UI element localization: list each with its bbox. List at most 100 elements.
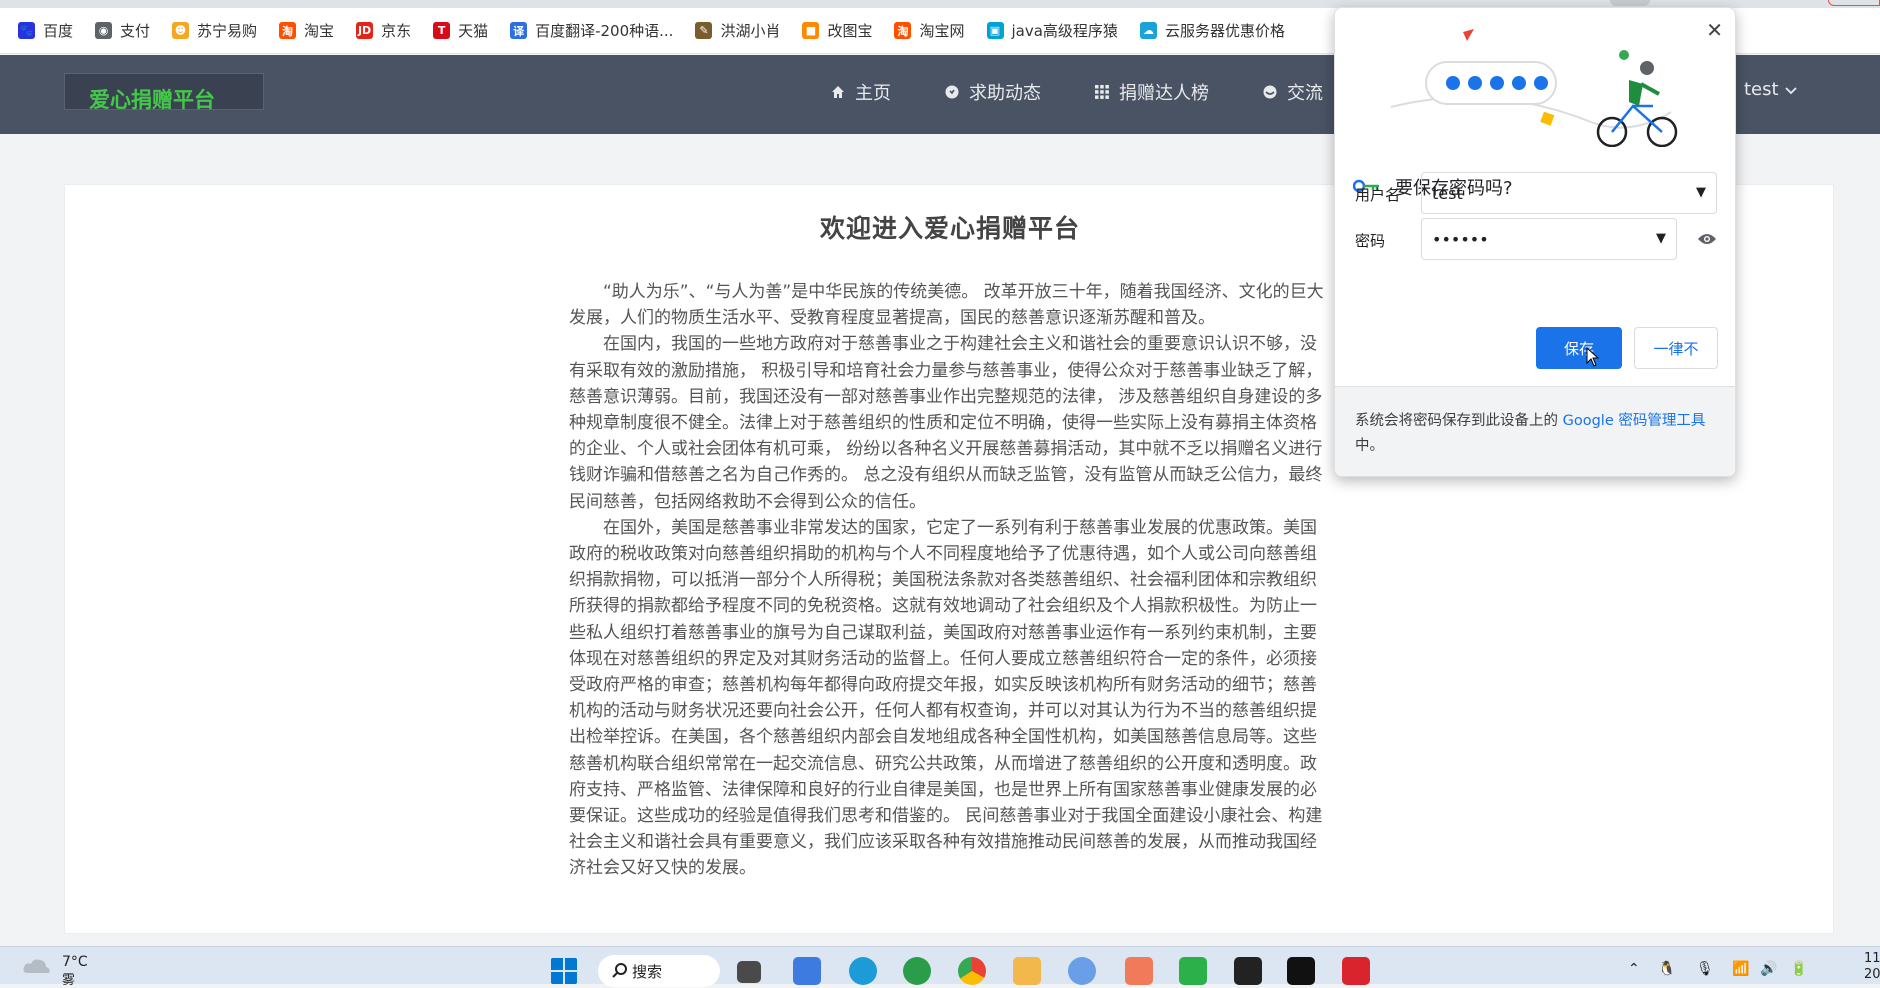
app-icon-green-browser[interactable] [903,957,931,985]
password-label: 密码 [1355,232,1386,250]
password-value: •••••• [1432,229,1489,249]
bookmark-item[interactable]: 译百度翻译-200种语... [510,20,673,41]
taobao-icon: 淘 [279,22,297,39]
bookmark-item[interactable]: ✎ 洪湖小肖 [695,20,780,41]
windows-start-icon[interactable] [550,957,578,985]
bookmark-label: 百度翻译-200种语... [535,22,674,40]
search-label: 搜索 [632,962,663,981]
app-icon-blue[interactable] [1068,957,1096,985]
search-icon [612,962,628,982]
bookmark-label: 天猫 [458,22,489,40]
caret-down-icon[interactable]: ▼ [1696,185,1706,200]
clock[interactable]: 11 2023/ [1864,951,1880,983]
app-icon-orange[interactable] [1125,957,1153,985]
username-label: 用户名 [1355,186,1401,204]
bookmark-label: 云服务器优惠价格 [1164,22,1285,40]
bookmark-item[interactable]: JD 京东 [356,20,411,41]
taobao-icon: 淘 [894,22,912,39]
chat-icon [1262,85,1277,100]
profile-pill[interactable] [1828,0,1880,6]
home-icon [830,85,845,100]
nav-item-label: 交流 [1287,83,1323,104]
caret-down-icon[interactable]: ▼ [1656,231,1666,246]
nav-item-ranking[interactable]: 捐赠达人榜 [1094,79,1209,105]
article-body: “助人为乐”、“与人为善”是中华民族的传统美德。 改革开放三十年，随着我国经济、… [569,279,1331,882]
wps-icon[interactable] [1342,957,1370,985]
task-view-icon[interactable] [737,961,761,983]
dialog-footer: 系统会将密码保存到此设备上的 Google 密码管理工具中。 [1335,386,1735,476]
weather-widget[interactable]: 7°C 雾 [22,955,88,988]
bookmark-label: java高级程序猿 [1011,22,1118,40]
tab-strip-button[interactable] [1610,0,1650,6]
cloud-icon [23,959,50,973]
bookmark-label: 苏宁易购 [197,22,258,40]
speaker-icon[interactable]: 🔊 [1760,961,1777,977]
bookmark-item[interactable]: 🐾 百度 [18,20,73,41]
bookmark-label: 支付 [120,22,151,40]
windows-taskbar: 7°C 雾 搜索 ⌃ 🐧 🎙 📶 🔊 🔋 11 2023/ [0,946,1880,988]
bookmark-label: 百度 [43,22,74,40]
cloud-icon: ☁ [1139,22,1157,39]
nav-item-exchange[interactable]: 交流 [1262,79,1323,105]
password-illustration [1390,29,1678,147]
microphone-icon[interactable]: 🎙 [1696,961,1714,977]
jd-icon: JD [356,22,374,39]
user-name: test [1744,79,1779,100]
nav-item-label: 捐赠达人榜 [1119,83,1209,104]
qq-icon[interactable]: 🐧 [1658,961,1675,977]
nav-item-label: 求助动态 [969,83,1041,104]
username-field[interactable]: test ▼ [1421,172,1717,214]
close-icon[interactable]: ✕ [1706,18,1723,42]
taskbar-search[interactable]: 搜索 [598,955,720,987]
bookmark-label: 改图宝 [827,22,873,40]
user-menu[interactable]: test [1744,79,1797,100]
wifi-icon[interactable]: 📶 [1732,961,1749,977]
save-password-dialog: ✕ 要保存密码吗? 用户名 test ▼ 密码 •••••• ▼ 保存 一律不 … [1334,7,1736,477]
bookmark-label: 京东 [381,22,412,40]
site-logo[interactable]: 爱心捐赠平台 [64,73,264,112]
footer-text: 系统会将密码保存到此设备上的 [1355,413,1563,429]
clock-date: 2023/ [1864,967,1880,982]
weather-temperature: 7°C [62,954,88,970]
app-icon-h[interactable] [1179,957,1207,985]
bookmark-item[interactable]: T 天猫 [433,20,488,41]
baidu-paw-icon: 🐾 [18,22,35,39]
nav-item-home[interactable]: 主页 [830,79,891,105]
terminal-icon[interactable] [1287,957,1315,985]
username-value: test [1432,183,1463,203]
never-button[interactable]: 一律不 [1634,327,1718,369]
bookmark-item[interactable]: 淘淘宝 [279,20,334,41]
bookmark-label: 淘宝 [304,22,335,40]
nav-item-help[interactable]: 求助动态 [944,79,1041,105]
weather-description: 雾 [62,973,76,988]
site-logo-text: 爱心捐赠平台 [89,88,215,112]
clock-time: 11 [1864,951,1880,966]
eye-icon[interactable] [1697,232,1717,246]
bookmark-item[interactable]: ☁ 云服务器优惠价格 [1139,20,1285,41]
battery-icon[interactable]: 🔋 [1790,961,1807,977]
password-field[interactable]: •••••• ▼ [1421,218,1677,260]
file-explorer-icon[interactable] [1013,957,1041,985]
nav-item-label: 主页 [855,83,891,104]
password-manager-link[interactable]: Google 密码管理工具 [1563,413,1706,429]
bookmark-item[interactable]: ☻ 苏宁易购 [172,20,257,41]
edge-icon[interactable] [849,957,877,985]
globe-icon: ◉ [95,22,113,39]
article-paragraph: 在国外，美国是慈善事业非常发达的国家，它定了一系列有利于慈善事业发展的优惠政策。… [569,517,1323,879]
chevron-up-icon[interactable]: ⌃ [1628,961,1640,977]
bookmark-item[interactable]: ◉ 支付 [95,20,150,41]
bookmark-item[interactable]: ▣ java高级程序猿 [986,20,1118,41]
bookmark-item[interactable]: ■ 改图宝 [802,20,872,41]
save-button[interactable]: 保存 [1536,327,1622,369]
translate-icon: 译 [510,22,528,39]
suning-lion-icon: ☻ [172,22,190,39]
chrome-icon[interactable] [958,957,986,985]
article-paragraph: “助人为乐”、“与人为善”是中华民族的传统美德。 改革开放三十年，随着我国经济、… [569,282,1324,329]
app-icon-computer[interactable] [793,957,821,985]
tmall-icon: T [433,22,451,39]
footer-text: 中。 [1355,438,1384,454]
intellij-icon[interactable] [1234,957,1262,985]
bookmark-item[interactable]: 淘淘宝网 [894,20,965,41]
chevron-down-icon [1784,79,1797,100]
bilibili-icon: ▣ [986,22,1004,39]
